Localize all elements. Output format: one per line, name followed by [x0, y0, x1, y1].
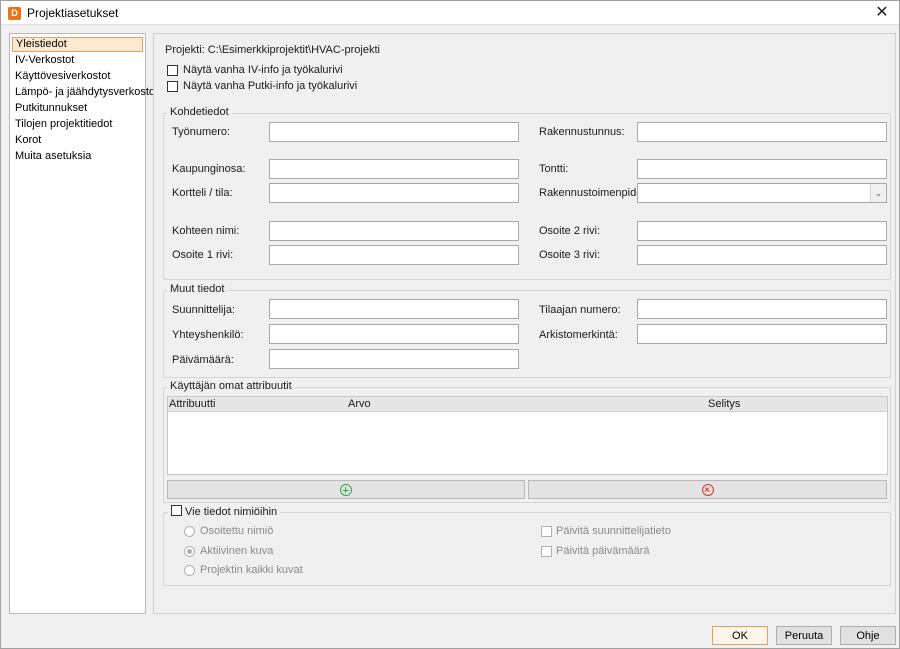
app-logo-icon: D	[8, 7, 21, 20]
kaupunginosa-label: Kaupunginosa:	[172, 163, 246, 175]
ok-button[interactable]: OK	[712, 626, 768, 645]
close-icon: ✕	[875, 4, 889, 21]
update-designer-label: Päivitä suunnittelijatieto	[556, 525, 671, 537]
arkistomerkinta-field[interactable]	[637, 324, 887, 344]
rakennustoimenpide-label: Rakennustoimenpide:	[539, 187, 646, 199]
kortteli-label: Kortteli / tila:	[172, 187, 233, 199]
tilaajan-numero-label: Tilaajan numero:	[539, 304, 621, 316]
osoite2-label: Osoite 2 rivi:	[539, 225, 601, 237]
sidebar-item-tilojen-projektitiedot[interactable]: Tilojen projektitiedot	[12, 117, 143, 132]
sidebar-item-korot[interactable]: Korot	[12, 133, 143, 148]
column-header-attribuutti[interactable]: Attribuutti	[169, 398, 215, 410]
osoite3-field[interactable]	[637, 245, 887, 265]
rakennustunnus-label: Rakennustunnus:	[539, 126, 625, 138]
help-button[interactable]: Ohje	[840, 626, 896, 645]
show-old-iv-checkbox[interactable]	[167, 65, 178, 76]
show-old-iv-label: Näytä vanha IV-info ja työkalurivi	[183, 64, 343, 76]
show-old-putki-label: Näytä vanha Putki-info ja työkalurivi	[183, 80, 358, 92]
kohdetiedot-title: Kohdetiedot	[167, 106, 232, 118]
tontti-label: Tontti:	[539, 163, 569, 175]
settings-category-list: Yleistiedot IV-Verkostot Käyttövesiverko…	[9, 33, 158, 614]
sidebar-item-lampo-jaahdytysverkostot[interactable]: Lämpö- ja jäähdytysverkostot	[12, 85, 158, 100]
kohteen-nimi-field[interactable]	[269, 221, 519, 241]
tontti-field[interactable]	[637, 159, 887, 179]
attributes-table-header: Attribuutti Arvo Selitys	[168, 397, 887, 412]
kortteli-field[interactable]	[269, 183, 519, 203]
yhteyshenkilo-label: Yhteyshenkilö:	[172, 329, 244, 341]
osoite1-label: Osoite 1 rivi:	[172, 249, 234, 261]
window-title: Projektiasetukset	[27, 6, 119, 20]
radio-projektin-kaikki-kuvat[interactable]	[184, 565, 195, 576]
kohteen-nimi-label: Kohteen nimi:	[172, 225, 240, 237]
radio-osoitettu-nimio[interactable]	[184, 526, 195, 537]
rakennustunnus-field[interactable]	[637, 122, 887, 142]
osoite2-field[interactable]	[637, 221, 887, 241]
column-header-arvo[interactable]: Arvo	[348, 398, 371, 410]
close-button[interactable]: ✕	[865, 1, 899, 25]
tyonumero-label: Työnumero:	[172, 126, 231, 138]
user-attributes-title: Käyttäjän omat attribuutit	[167, 380, 295, 392]
sidebar-item-yleistiedot[interactable]: Yleistiedot	[12, 37, 143, 52]
add-attribute-button[interactable]	[167, 480, 525, 499]
update-designer-checkbox[interactable]	[541, 526, 552, 537]
plus-circle-icon	[340, 484, 352, 496]
cancel-button[interactable]: Peruuta	[776, 626, 832, 645]
radio-aktiivinen-kuva-label: Aktiivinen kuva	[200, 545, 274, 557]
column-header-selitys[interactable]: Selitys	[708, 398, 740, 410]
x-circle-icon	[701, 484, 714, 496]
update-date-label: Päivitä päivämäärä	[556, 545, 650, 557]
yhteyshenkilo-field[interactable]	[269, 324, 519, 344]
title-bar: D Projektiasetukset ✕	[1, 1, 899, 25]
show-old-putki-checkbox[interactable]	[167, 81, 178, 92]
paivamaara-field[interactable]	[269, 349, 519, 369]
sidebar-item-putkitunnukset[interactable]: Putkitunnukset	[12, 101, 143, 116]
export-to-titleblocks-label: Vie tiedot nimiöihin	[185, 506, 278, 518]
settings-dialog: D Projektiasetukset ✕ Yleistiedot IV-Ver…	[0, 0, 900, 649]
radio-aktiivinen-kuva[interactable]	[184, 546, 195, 557]
rakennustoimenpide-select[interactable]: ⌄	[637, 183, 887, 203]
update-date-checkbox[interactable]	[541, 546, 552, 557]
paivamaara-label: Päivämäärä:	[172, 354, 234, 366]
tilaajan-numero-field[interactable]	[637, 299, 887, 319]
project-path-label: Projekti: C:\Esimerkkiprojektit\HVAC-pro…	[165, 44, 380, 56]
arkistomerkinta-label: Arkistomerkintä:	[539, 329, 618, 341]
export-to-titleblocks-checkbox[interactable]	[171, 505, 182, 516]
sidebar-item-muita-asetuksia[interactable]: Muita asetuksia	[12, 149, 143, 164]
suunnittelija-field[interactable]	[269, 299, 519, 319]
sidebar-item-kayttovesiverkostot[interactable]: Käyttövesiverkostot	[12, 69, 143, 84]
export-group-header: Vie tiedot nimiöihin	[168, 505, 281, 518]
muut-tiedot-title: Muut tiedot	[167, 283, 228, 295]
radio-osoitettu-nimio-label: Osoitettu nimiö	[200, 525, 274, 537]
kaupunginosa-field[interactable]	[269, 159, 519, 179]
remove-attribute-button[interactable]	[528, 480, 887, 499]
tyonumero-field[interactable]	[269, 122, 519, 142]
sidebar-item-iv-verkostot[interactable]: IV-Verkostot	[12, 53, 143, 68]
suunnittelija-label: Suunnittelija:	[172, 304, 235, 316]
osoite3-label: Osoite 3 rivi:	[539, 249, 601, 261]
osoite1-field[interactable]	[269, 245, 519, 265]
general-settings-panel: Projekti: C:\Esimerkkiprojektit\HVAC-pro…	[153, 33, 896, 614]
attributes-table[interactable]: Attribuutti Arvo Selitys	[167, 396, 888, 475]
radio-projektin-kaikki-kuvat-label: Projektin kaikki kuvat	[200, 564, 303, 576]
chevron-down-icon[interactable]: ⌄	[870, 184, 886, 202]
